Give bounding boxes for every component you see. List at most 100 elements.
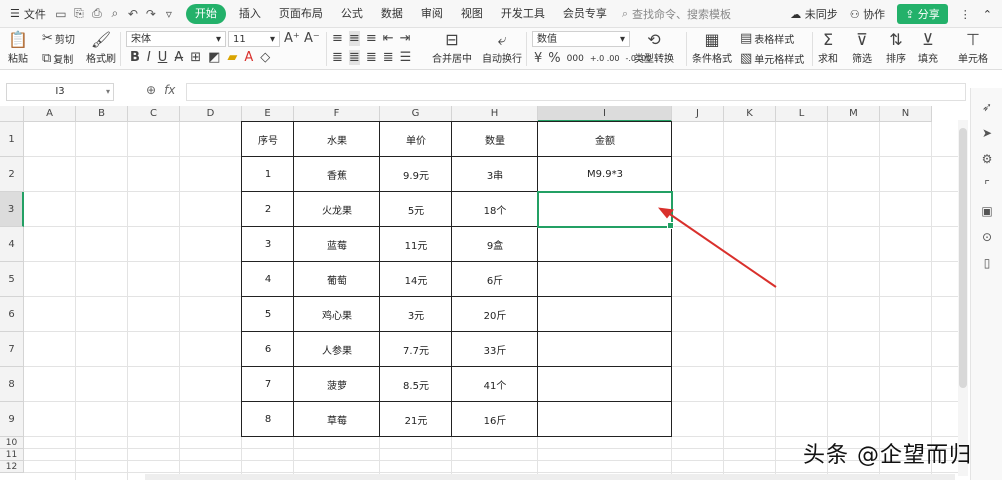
format-painter-button[interactable]: 🖌 格式刷: [86, 30, 116, 65]
sigma-icon: Σ: [822, 30, 834, 49]
sync-label: 未同步: [804, 8, 838, 21]
auto-wrap-button[interactable]: ⤶ 自动换行: [482, 30, 522, 65]
paste-button[interactable]: 📋 粘贴: [8, 30, 28, 65]
undo-icon[interactable]: ↶: [126, 7, 140, 21]
font-color-icon[interactable]: A: [244, 50, 253, 65]
cell-style-label: 单元格样式: [754, 55, 805, 66]
font-size-select[interactable]: 11 ▾: [228, 31, 280, 47]
horizontal-scrollbar[interactable]: [145, 474, 955, 480]
merge-center-button[interactable]: ⊟ 合并居中: [432, 30, 472, 65]
highlight-icon[interactable]: ▰: [227, 50, 237, 65]
filter-label: 筛选: [852, 54, 872, 65]
export-pdf-icon[interactable]: ⎘: [72, 6, 86, 21]
tab-3[interactable]: 公式: [332, 4, 372, 24]
cut-label: 剪切: [54, 35, 75, 46]
fx-icon[interactable]: fx: [164, 83, 175, 97]
vertical-scrollbar[interactable]: [958, 120, 968, 476]
indent-decrease-icon[interactable]: ⇤: [383, 31, 394, 46]
collab-button[interactable]: ⚇ 协作: [850, 6, 885, 22]
thousands-separator-icon[interactable]: 000: [567, 54, 584, 64]
tab-7[interactable]: 开发工具: [492, 4, 554, 24]
grow-font-button[interactable]: A⁺: [284, 31, 300, 46]
tab-2[interactable]: 页面布局: [270, 4, 332, 24]
number-format-value: 数值: [537, 34, 557, 45]
indent-increase-icon[interactable]: ⇥: [400, 31, 411, 46]
redo-icon[interactable]: ↷: [144, 7, 158, 21]
tab-1[interactable]: 插入: [230, 4, 270, 24]
bracket-icon[interactable]: ⌜: [980, 178, 994, 192]
customize-toolbar-icon[interactable]: ▿: [162, 7, 176, 21]
align-top-icon[interactable]: ≡: [332, 31, 343, 46]
copy-icon: ⧉: [42, 51, 52, 66]
rocket-icon[interactable]: ➶: [980, 100, 994, 114]
number-format-select[interactable]: 数值 ▾: [532, 31, 630, 47]
auto-wrap-label: 自动换行: [482, 54, 522, 65]
name-box[interactable]: I3 ▾: [6, 83, 114, 101]
italic-icon[interactable]: I: [147, 50, 151, 65]
align-center-icon[interactable]: ≣: [348, 50, 360, 65]
print-icon[interactable]: ⎙: [90, 6, 104, 21]
file-menu[interactable]: ☰ 文件: [0, 6, 54, 22]
sync-status[interactable]: ☁ 未同步: [790, 6, 838, 22]
align-bottom-icon[interactable]: ≡: [366, 31, 377, 46]
strikethrough-icon[interactable]: A̶: [174, 50, 183, 65]
table-style-label: 表格样式: [754, 35, 795, 46]
borders-icon[interactable]: ⊞: [190, 50, 201, 65]
cut-button[interactable]: ✂ 剪切: [42, 31, 75, 46]
location-icon[interactable]: ⊙: [980, 230, 994, 244]
type-convert-button[interactable]: ⟲ 类型转换: [634, 30, 674, 65]
arrow-shaft: [665, 210, 777, 288]
tab-4[interactable]: 数据: [372, 4, 412, 24]
cell-label: 单元格: [958, 54, 988, 65]
shrink-font-button[interactable]: A⁻: [304, 31, 320, 46]
cell-button[interactable]: ⊤ 单元格: [958, 30, 988, 65]
collapse-ribbon-icon[interactable]: ⌃: [983, 8, 992, 21]
search-placeholder: 查找命令、搜索模板: [632, 7, 732, 21]
save-icon[interactable]: ▭: [54, 7, 68, 21]
chevron-down-icon: ▾: [269, 34, 275, 45]
tab-5[interactable]: 审阅: [412, 4, 452, 24]
more-options-icon[interactable]: ⋮: [960, 8, 971, 21]
tab-6[interactable]: 视图: [452, 4, 492, 24]
currency-icon[interactable]: ¥: [534, 51, 542, 66]
distributed-icon[interactable]: ☰: [400, 50, 412, 65]
align-middle-icon[interactable]: ≡: [348, 31, 360, 46]
percent-icon[interactable]: %: [548, 51, 560, 66]
conditional-format-icon: ▦: [704, 30, 720, 49]
align-right-icon[interactable]: ≣: [366, 50, 377, 65]
align-horizontal-group: ≣ ≣ ≣ ≣ ☰: [332, 50, 411, 65]
share-button[interactable]: ⇪ 分享: [897, 4, 948, 24]
underline-icon[interactable]: U: [158, 50, 168, 65]
formula-input[interactable]: [186, 83, 966, 101]
zoom-icon[interactable]: ⊕: [146, 83, 156, 97]
sort-button[interactable]: ⇅ 排序: [886, 30, 906, 65]
settings-sliders-icon[interactable]: ⚙: [980, 152, 994, 166]
tab-8[interactable]: 会员专享: [554, 4, 616, 24]
tab-0[interactable]: 开始: [185, 3, 226, 24]
clear-format-icon[interactable]: ◇: [260, 50, 270, 65]
copy-button[interactable]: ⧉ 复制: [42, 51, 73, 66]
command-search[interactable]: ⌕ 查找命令、搜索模板: [622, 6, 731, 22]
conditional-format-button[interactable]: ▦ 条件格式: [692, 30, 732, 65]
pointer-icon[interactable]: ➤: [980, 126, 994, 140]
justify-icon[interactable]: ≣: [383, 50, 394, 65]
fill-button[interactable]: ⊻ 填充: [918, 30, 938, 65]
image-icon[interactable]: ▣: [980, 204, 994, 218]
filter-button[interactable]: ⊽ 筛选: [852, 30, 872, 65]
type-convert-label: 类型转换: [634, 54, 674, 65]
spreadsheet-grid[interactable]: A B C D E F G H I J K L M N 1 2 3 4 5 6 7 8 9 10 11 12 序号 水果 单价 数量 金额 1…: [0, 106, 968, 480]
fill-label: 填充: [918, 54, 938, 65]
fill-color-icon[interactable]: ◩: [208, 50, 220, 65]
sum-button[interactable]: Σ 求和: [818, 30, 838, 65]
merge-cells-icon: ⊟: [445, 30, 459, 49]
scrollbar-thumb[interactable]: [959, 128, 967, 388]
book-icon[interactable]: ▯: [980, 256, 994, 270]
cell-style-button[interactable]: ▧ 单元格样式: [740, 51, 804, 66]
font-name-select[interactable]: 宋体 ▾: [126, 31, 226, 47]
increase-decimal-icon[interactable]: +.0 .00: [590, 54, 620, 63]
bold-icon[interactable]: B: [130, 50, 140, 65]
align-left-icon[interactable]: ≣: [332, 50, 343, 65]
table-style-button[interactable]: ▤ 表格样式: [740, 31, 794, 46]
print-preview-icon[interactable]: ⌕: [108, 6, 122, 21]
font-style-group: B I U A̶ ⊞ ◩ ▰ A ◇: [130, 50, 270, 65]
